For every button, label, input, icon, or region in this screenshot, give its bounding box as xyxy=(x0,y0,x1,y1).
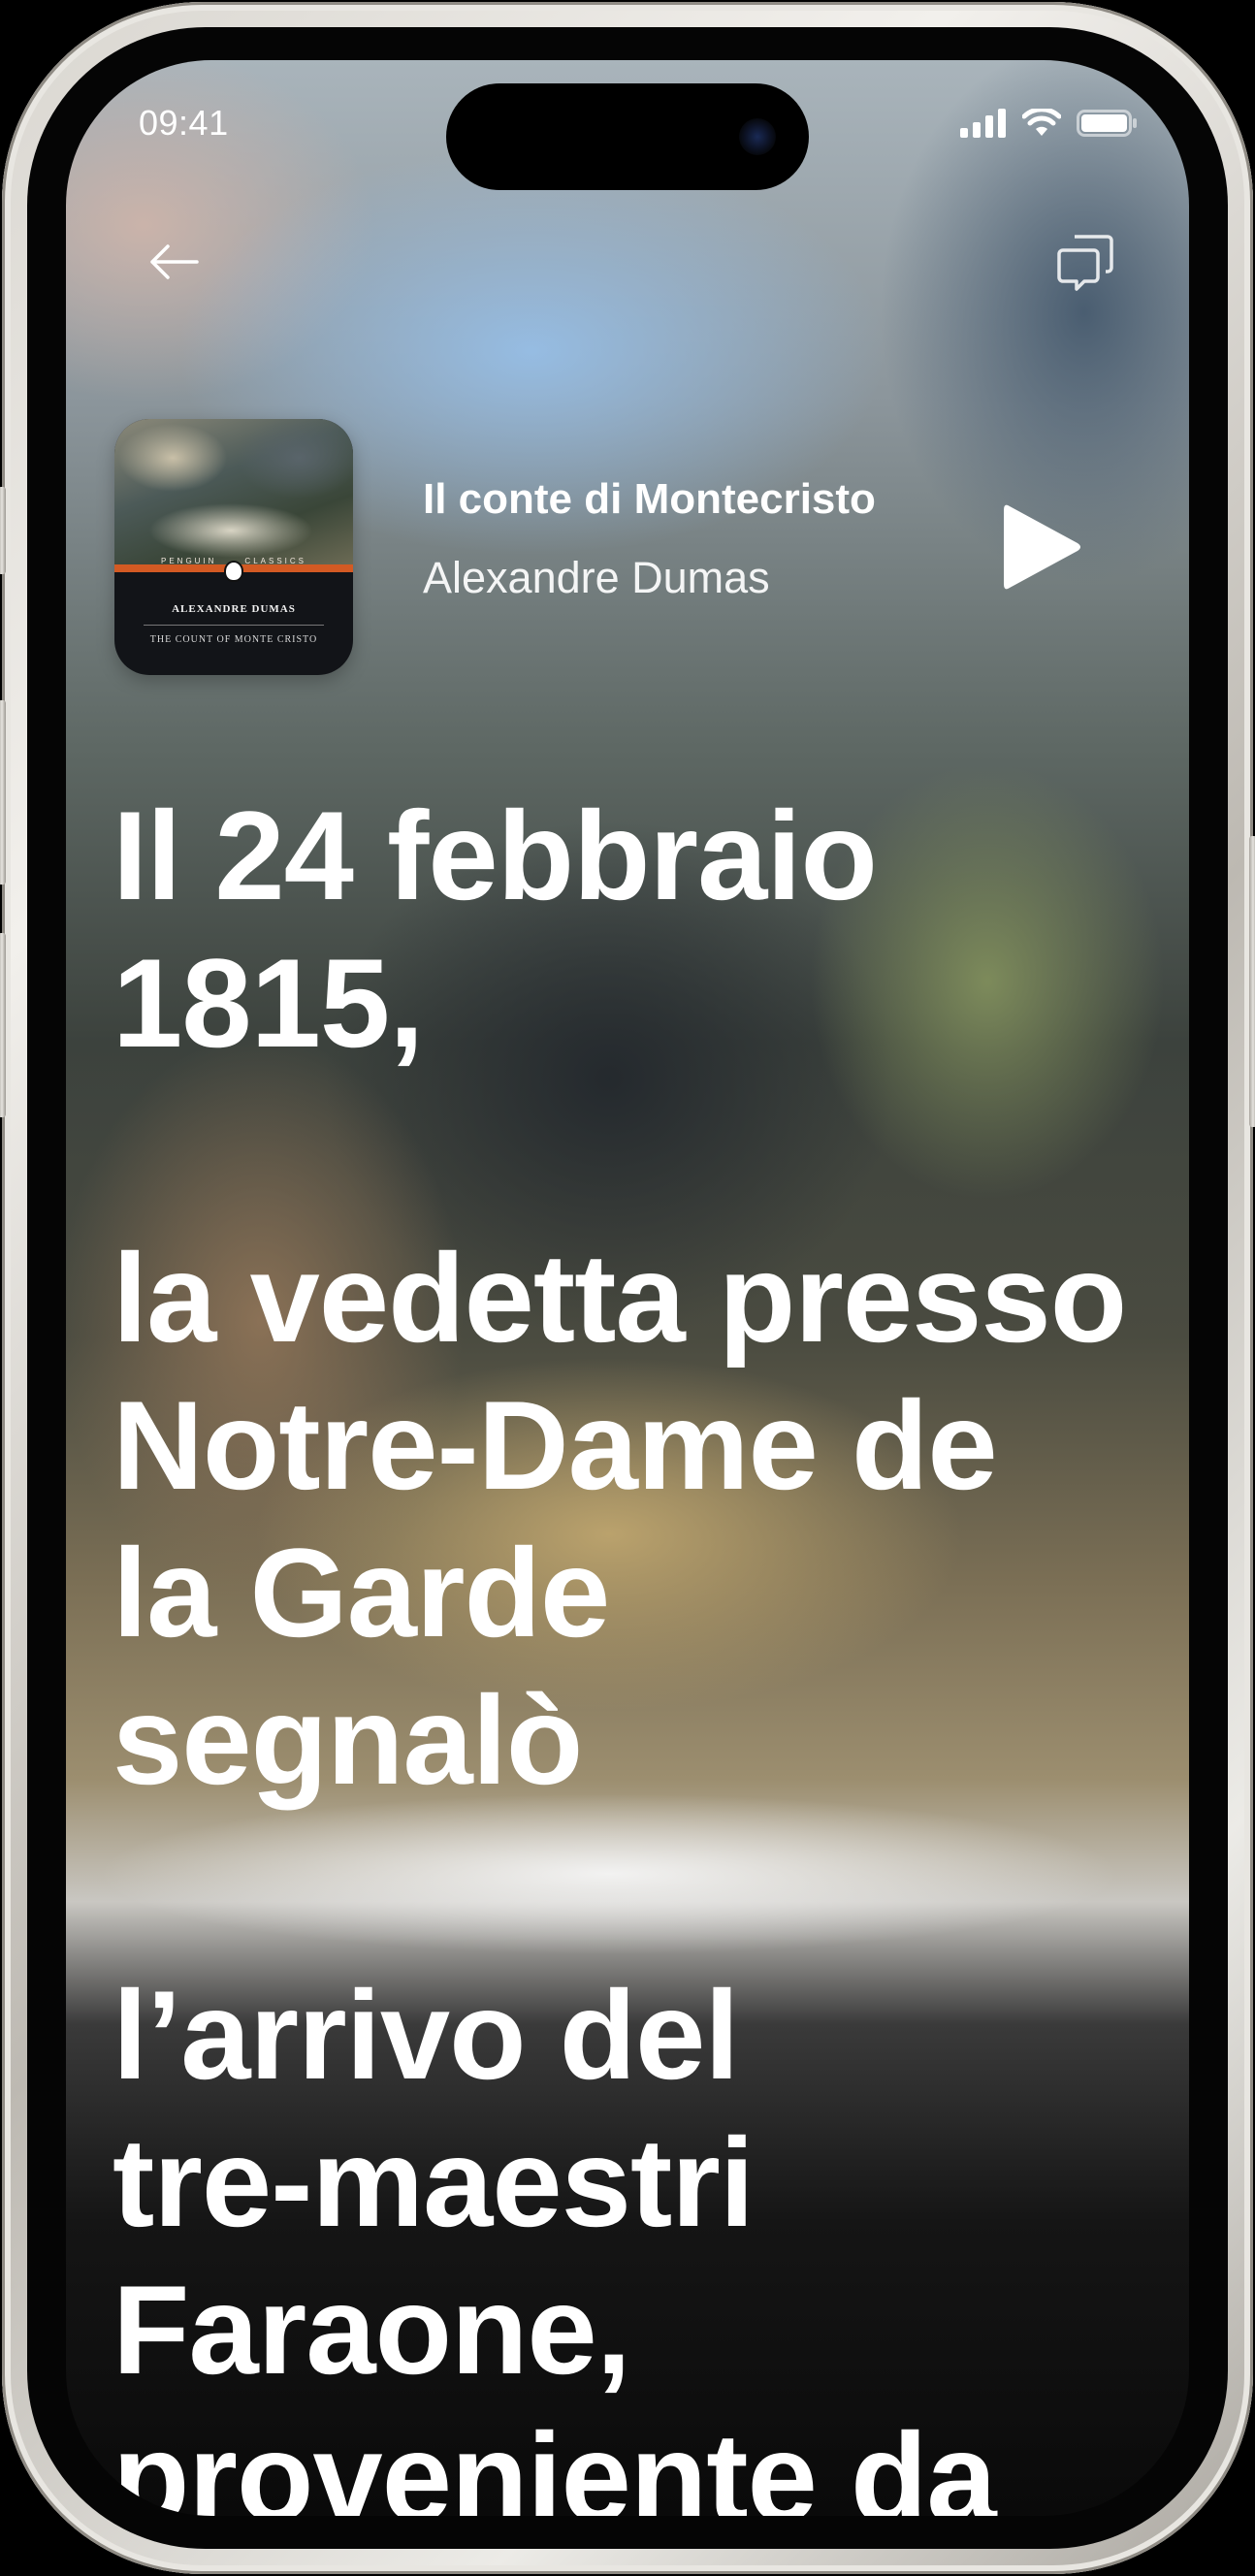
cover-painting xyxy=(114,419,353,564)
cover-title: THE COUNT OF MONTE CRISTO xyxy=(149,634,318,645)
status-time: 09:41 xyxy=(139,103,229,143)
battery-icon xyxy=(1077,109,1139,143)
chat-bubbles-icon xyxy=(1055,233,1115,298)
cellular-signal-icon xyxy=(960,109,1007,143)
reading-paragraph-1: Il 24 febbraio 1815, xyxy=(113,785,878,1074)
side-power-button xyxy=(1249,836,1255,1127)
reading-text: Il 24 febbraio 1815, la vedetta presso N… xyxy=(113,782,1179,2516)
volume-down-button xyxy=(0,933,6,1117)
wifi-icon xyxy=(1021,107,1062,143)
cover-series-left: PENGUIN xyxy=(161,557,217,565)
dynamic-island xyxy=(446,83,809,190)
reading-paragraph-2: la vedetta presso Notre-Dame de la Garde… xyxy=(113,1227,1127,1811)
cover-author: ALEXANDRE DUMAS xyxy=(172,603,296,615)
book-cover[interactable]: PENGUIN CLASSICS ALEXANDRE DUMAS THE COU… xyxy=(114,419,353,675)
back-arrow-icon xyxy=(146,242,201,286)
screen: 09:41 PENGUIN CLASSICS ALEXANDRE DUMAS T… xyxy=(66,60,1189,2516)
action-button xyxy=(0,487,6,574)
book-author: Alexandre Dumas xyxy=(423,553,770,602)
play-icon xyxy=(996,499,1085,600)
front-camera xyxy=(739,118,776,155)
device-stage: 09:41 PENGUIN CLASSICS ALEXANDRE DUMAS T… xyxy=(0,0,1255,2576)
play-button[interactable] xyxy=(987,491,1094,607)
back-button[interactable] xyxy=(142,235,206,293)
penguin-logo-icon xyxy=(224,561,243,582)
reading-paragraph-3: l’arrivo del tre-maestri Faraone, proven… xyxy=(113,1964,997,2516)
cover-series-right: CLASSICS xyxy=(244,557,306,565)
status-icons xyxy=(960,107,1139,143)
volume-up-button xyxy=(0,700,6,885)
cover-divider xyxy=(144,625,324,626)
chat-button[interactable] xyxy=(1053,233,1117,297)
book-title: Il conte di Montecristo xyxy=(423,475,876,523)
